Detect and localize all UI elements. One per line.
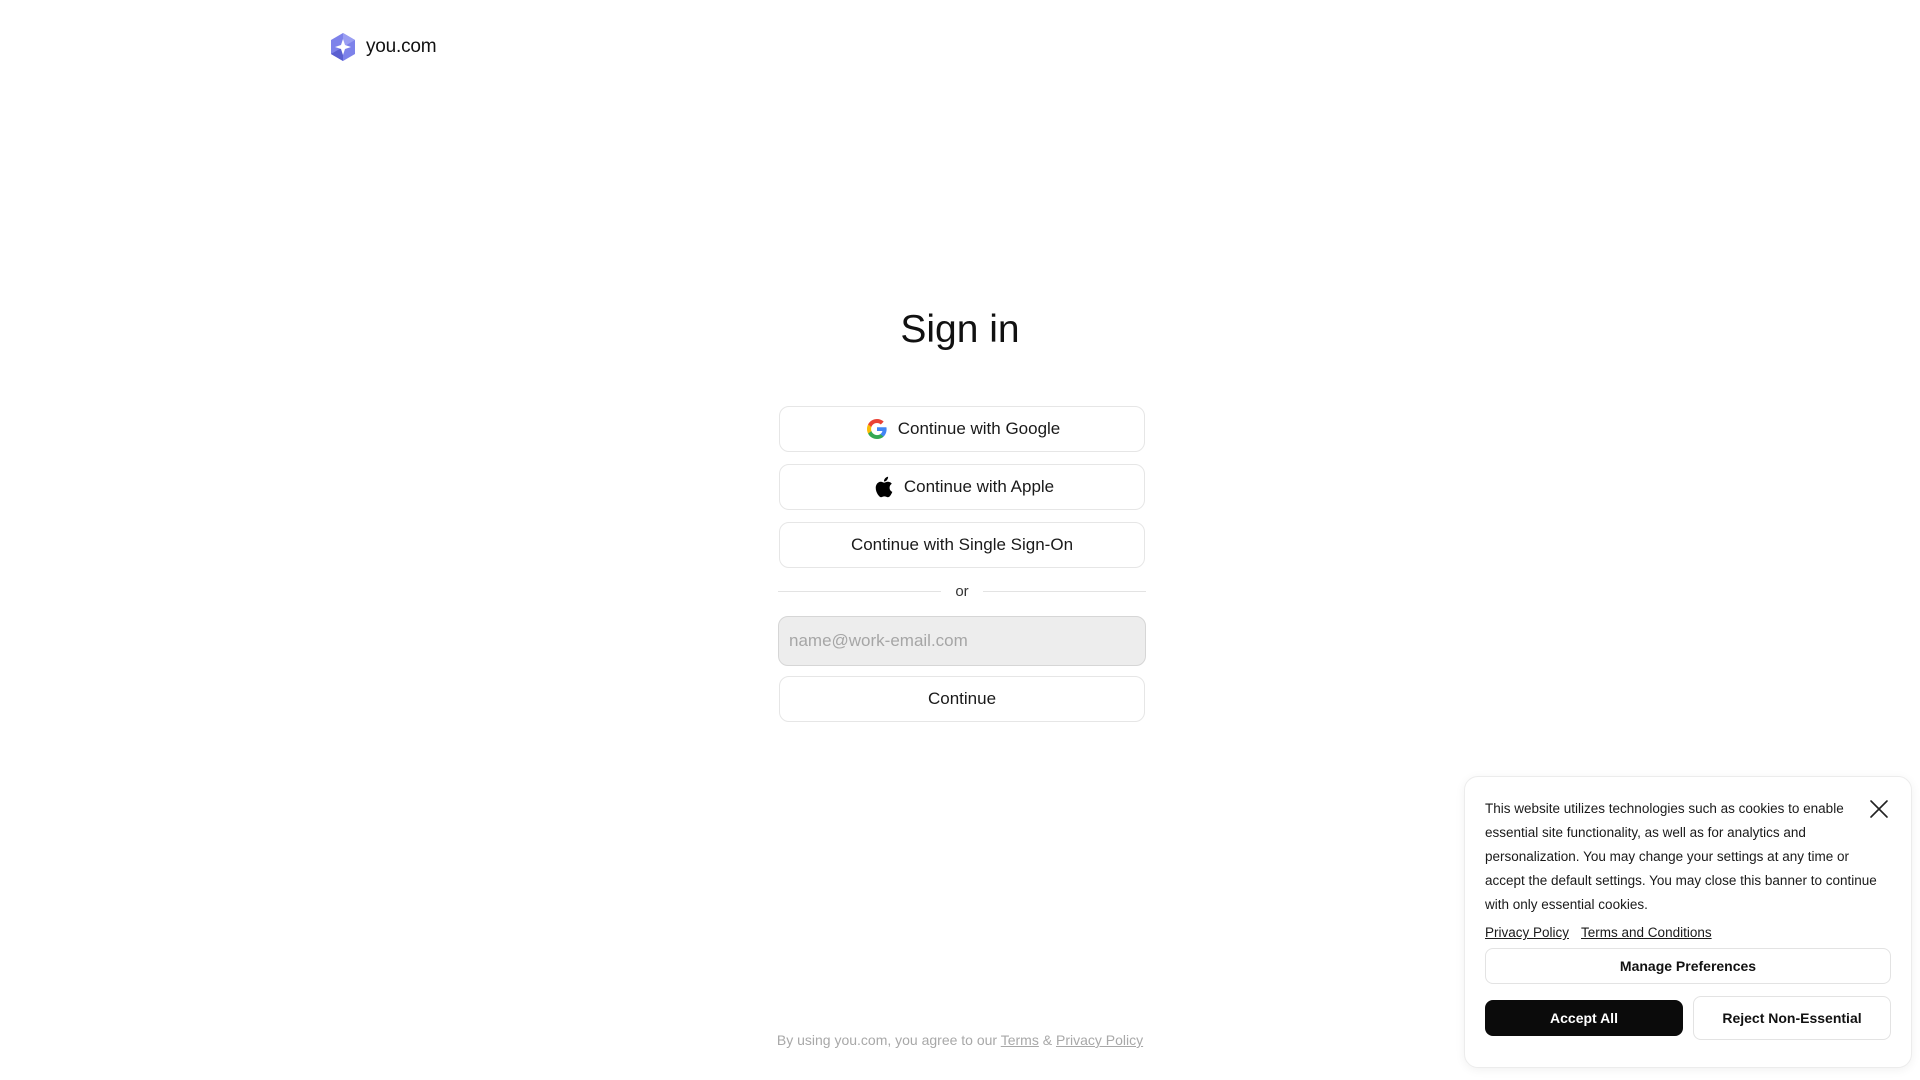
apple-signin-label: Continue with Apple — [903, 477, 1055, 496]
divider-label: or — [955, 582, 969, 600]
sso-signin-label: Continue with Single Sign-On — [850, 535, 1074, 554]
continue-label: Continue — [927, 689, 997, 708]
accept-all-label: Accept All — [1550, 1010, 1618, 1026]
legal-ampersand: & — [1042, 1032, 1053, 1048]
google-signin-label: Continue with Google — [897, 419, 1061, 438]
reject-non-essential-button[interactable]: Reject Non-Essential — [1693, 996, 1891, 1040]
divider-line — [982, 590, 1146, 592]
cookie-privacy-link[interactable]: Privacy Policy — [1485, 925, 1569, 940]
close-icon[interactable] — [1869, 799, 1889, 819]
google-icon — [864, 417, 890, 441]
manage-preferences-label: Manage Preferences — [1619, 958, 1757, 974]
cookie-terms-link[interactable]: Terms and Conditions — [1581, 925, 1712, 940]
accept-all-button[interactable]: Accept All — [1485, 1000, 1683, 1036]
brand-logo[interactable]: you.com — [328, 32, 437, 62]
privacy-policy-link[interactable]: Privacy Policy — [1056, 1032, 1143, 1048]
manage-preferences-button[interactable]: Manage Preferences — [1485, 948, 1891, 984]
apple-signin-button[interactable]: Continue with Apple — [779, 464, 1145, 510]
google-signin-button[interactable]: Continue with Google — [779, 406, 1145, 452]
cookie-links: Privacy Policy Terms and Conditions — [1485, 925, 1891, 940]
cookie-actions: Accept All Reject Non-Essential — [1485, 996, 1891, 1040]
continue-button[interactable]: Continue — [779, 676, 1145, 722]
signin-form: Continue with Google Continue with Apple… — [778, 406, 1146, 722]
email-field[interactable] — [778, 616, 1146, 666]
or-divider: or — [778, 580, 1146, 602]
brand-name: you.com — [366, 36, 437, 57]
apple-icon — [870, 475, 896, 499]
terms-link[interactable]: Terms — [1001, 1032, 1039, 1048]
reject-non-essential-label: Reject Non-Essential — [1722, 1010, 1862, 1026]
you-logo-icon — [328, 32, 358, 62]
page-title: Sign in — [900, 308, 1020, 351]
sso-signin-button[interactable]: Continue with Single Sign-On — [779, 522, 1145, 568]
divider-line — [778, 590, 942, 592]
legal-prefix: By using you.com, you agree to our — [776, 1032, 998, 1048]
cookie-text: This website utilizes technologies such … — [1485, 801, 1877, 912]
cookie-banner: This website utilizes technologies such … — [1464, 776, 1912, 1068]
